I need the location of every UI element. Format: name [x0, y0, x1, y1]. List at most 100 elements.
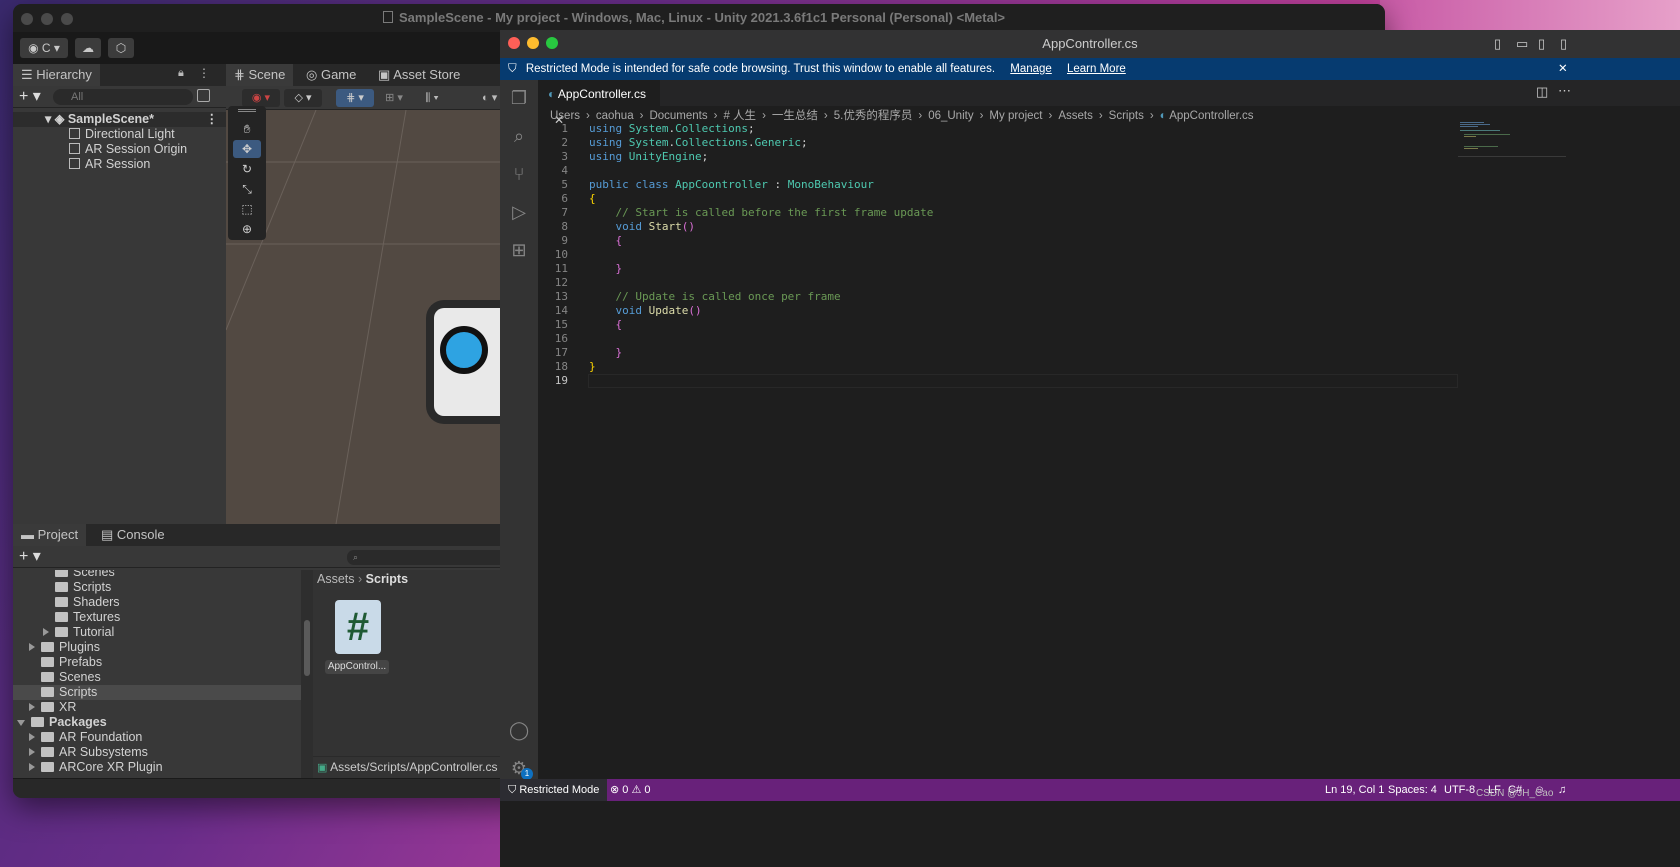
- code-line[interactable]: 15 {: [538, 318, 1458, 332]
- breadcrumb-item[interactable]: 5.优秀的程序员: [834, 110, 913, 122]
- editor-tab[interactable]: ◐ AppController.cs ✕: [538, 80, 660, 127]
- expand-arrow-icon[interactable]: [29, 763, 35, 771]
- code-line[interactable]: 12: [538, 276, 1458, 290]
- breadcrumb-item[interactable]: Documents: [649, 110, 707, 122]
- render-mode-icon[interactable]: ◇ ▾: [284, 89, 322, 107]
- expand-arrow-icon[interactable]: [29, 703, 35, 711]
- code-line[interactable]: 14 void Update(): [538, 304, 1458, 318]
- expand-arrow-icon[interactable]: [29, 643, 35, 651]
- expand-arrow-icon[interactable]: [29, 733, 35, 741]
- folder-item[interactable]: Shaders: [13, 595, 301, 610]
- code-line[interactable]: 16: [538, 332, 1458, 346]
- code-line[interactable]: 13 // Update is called once per frame: [538, 290, 1458, 304]
- code-line[interactable]: 4: [538, 164, 1458, 178]
- notifications-icon[interactable]: ♫: [1558, 779, 1566, 801]
- problems-indicator[interactable]: ⊗ 0 ⚠ 0: [610, 779, 650, 801]
- code-line[interactable]: 6{: [538, 192, 1458, 206]
- csharp-file-icon[interactable]: #: [335, 600, 381, 654]
- breadcrumb-item[interactable]: 06_Unity: [928, 110, 973, 122]
- folder-item[interactable]: Plugins: [13, 640, 301, 655]
- minimap[interactable]: [1458, 122, 1568, 182]
- code-line[interactable]: 2 using System.Collections.Generic;: [538, 136, 1458, 150]
- close-banner-icon[interactable]: ✕: [1558, 58, 1568, 80]
- zoom-button[interactable]: [61, 13, 73, 25]
- code-line[interactable]: 10: [538, 248, 1458, 262]
- folder-item[interactable]: Scripts: [13, 580, 301, 595]
- code-line[interactable]: 1 using System.Collections;: [538, 122, 1458, 136]
- add-icon[interactable]: + ▾: [19, 86, 41, 106]
- learn-more-link[interactable]: Learn More: [1067, 63, 1126, 75]
- code-line[interactable]: 5 public class AppCoontroller : MonoBehav…: [538, 178, 1458, 192]
- tab-game[interactable]: ◎ Game: [298, 64, 364, 86]
- toggle-panel-icon[interactable]: ▭: [1516, 36, 1528, 52]
- customize-layout-icon[interactable]: ▯: [1560, 36, 1567, 52]
- toggle-secondary-sidebar-icon[interactable]: ▯: [1538, 36, 1545, 52]
- search-icon[interactable]: ⌕: [509, 126, 529, 146]
- rect-tool-icon[interactable]: ⬚: [233, 200, 261, 218]
- breadcrumb-item[interactable]: # 人生: [723, 110, 756, 122]
- grid-snap-icon[interactable]: ⋕ ▾: [336, 89, 374, 107]
- close-button[interactable]: [21, 13, 33, 25]
- account-icon[interactable]: ◯: [509, 720, 529, 740]
- rotate-tool-icon[interactable]: ↻: [233, 160, 261, 178]
- folder-item[interactable]: Packages: [13, 715, 301, 730]
- code-line[interactable]: 8 void Start(): [538, 220, 1458, 234]
- hierarchy-item[interactable]: AR Session Origin: [13, 142, 226, 157]
- folder-item[interactable]: AR Subsystems: [13, 745, 301, 760]
- code-line[interactable]: 19: [538, 374, 1458, 388]
- minimize-button[interactable]: [41, 13, 53, 25]
- encoding[interactable]: UTF-8: [1444, 779, 1475, 801]
- settings-gear-icon[interactable]: ⚙ 1: [509, 758, 533, 780]
- move-tool-icon[interactable]: ✥: [233, 140, 261, 158]
- indentation[interactable]: Spaces: 4: [1388, 779, 1437, 801]
- toggle-sidebar-icon[interactable]: ▯: [1494, 36, 1501, 52]
- extensions-icon[interactable]: ⊞: [509, 240, 529, 260]
- tab-hierarchy[interactable]: ☰ Hierarchy: [13, 64, 100, 86]
- scene-view[interactable]: ⋕ Scene ◎ Game ▣ Asset Store ◉ ▾ ◇ ▾ ⋕ ▾…: [226, 64, 526, 524]
- hierarchy-item[interactable]: Directional Light: [13, 127, 226, 142]
- code-line[interactable]: 9 {: [538, 234, 1458, 248]
- code-line[interactable]: 17 }: [538, 346, 1458, 360]
- scene-root-row[interactable]: ▾ ◈ SampleScene* ⋮: [13, 112, 226, 127]
- code-line[interactable]: 11 }: [538, 262, 1458, 276]
- collab-icon[interactable]: ⬡: [108, 38, 134, 58]
- breadcrumb-item[interactable]: caohua: [596, 110, 634, 122]
- manage-link[interactable]: Manage: [1010, 63, 1052, 75]
- folder-item[interactable]: XR: [13, 700, 301, 715]
- expand-arrow-icon[interactable]: [43, 628, 49, 636]
- cloud-icon[interactable]: ☁: [75, 38, 101, 58]
- cursor-position[interactable]: Ln 19, Col 1: [1325, 779, 1384, 801]
- folder-item[interactable]: AR Foundation: [13, 730, 301, 745]
- hierarchy-search-input[interactable]: All: [53, 89, 193, 105]
- hand-tool-icon[interactable]: ✋︎: [233, 120, 261, 138]
- project-search-input[interactable]: ⌕: [347, 550, 517, 565]
- drag-handle[interactable]: [238, 109, 256, 112]
- expand-arrow-icon[interactable]: [29, 748, 35, 756]
- breadcrumb-item[interactable]: 一生总结: [772, 110, 818, 122]
- code-line[interactable]: 3 using UnityEngine;: [538, 150, 1458, 164]
- breadcrumb-item[interactable]: AppController.cs: [1169, 110, 1253, 122]
- increment-snap-icon[interactable]: ⊞ ▾: [376, 89, 412, 107]
- run-debug-icon[interactable]: ▷: [509, 202, 529, 222]
- code-line[interactable]: 7 // Start is called before the first fr…: [538, 206, 1458, 220]
- source-control-icon[interactable]: ⑂: [509, 164, 529, 184]
- hierarchy-item[interactable]: AR Session: [13, 157, 226, 172]
- account-button[interactable]: ◉ C ▾: [20, 38, 68, 58]
- folder-item[interactable]: Scenes: [13, 670, 301, 685]
- folder-item[interactable]: Scripts: [13, 685, 301, 700]
- asset-label[interactable]: AppControl...: [325, 660, 389, 674]
- code-line[interactable]: 18}: [538, 360, 1458, 374]
- lock-icon[interactable]: 🔒︎: [178, 67, 184, 80]
- breadcrumb-item[interactable]: Assets: [1058, 110, 1093, 122]
- folder-item[interactable]: Textures: [13, 610, 301, 625]
- split-editor-icon[interactable]: ◫: [1536, 84, 1548, 100]
- more-actions-icon[interactable]: ⋯: [1558, 83, 1571, 99]
- code-editor[interactable]: 1 using System.Collections; 2 using System.…: [538, 122, 1458, 522]
- scale-tool-icon[interactable]: ⤡: [233, 180, 261, 198]
- align-icon[interactable]: ⫼ ▾: [414, 89, 450, 107]
- filter-icon[interactable]: [197, 89, 210, 102]
- tab-asset-store[interactable]: ▣ Asset Store: [370, 64, 468, 86]
- breadcrumb-item[interactable]: My project: [989, 110, 1042, 122]
- expand-arrow-icon[interactable]: [17, 720, 25, 726]
- tab-console[interactable]: ▤ Console: [93, 524, 173, 546]
